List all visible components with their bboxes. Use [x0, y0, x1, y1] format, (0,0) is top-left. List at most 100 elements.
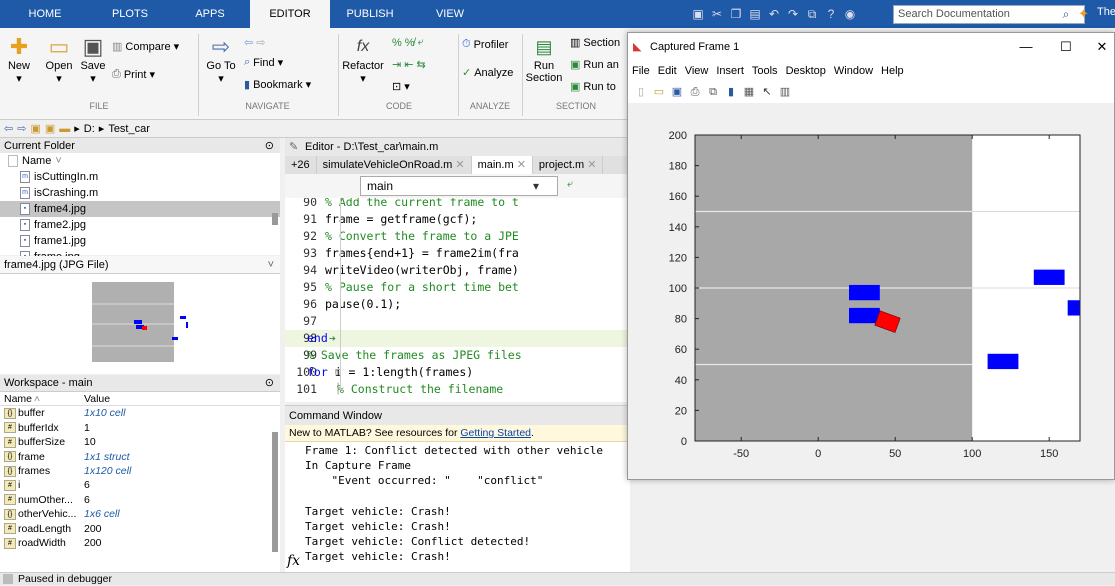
code-line[interactable]: 90 % Add the current frame to t	[285, 198, 630, 211]
code-line[interactable]: 101% Construct the filename │	[285, 381, 630, 398]
comment-icon[interactable]: %	[392, 37, 402, 49]
code-line[interactable]: 98 end ➔	[285, 330, 630, 347]
back-icon[interactable]: ⇦	[4, 122, 13, 135]
line-number[interactable]: 90	[285, 198, 317, 211]
legend-icon[interactable]: ▦	[742, 85, 756, 99]
file-list-item[interactable]: m isCuttingIn.m	[0, 169, 280, 185]
code-editor[interactable]: 90 % Add the current frame to t 91 frame = …	[285, 198, 630, 402]
figure-menu-help[interactable]: Help	[881, 61, 904, 81]
code-line[interactable]: 95 % Pause for a short time bet	[285, 279, 630, 296]
save-icon[interactable]: ▣	[690, 6, 706, 22]
function-selector[interactable]: main ▾	[360, 176, 558, 196]
line-number[interactable]: 94	[285, 262, 317, 279]
outdent-icon[interactable]: ⇆	[416, 58, 425, 71]
workspace-variable-row[interactable]: # i 6	[0, 478, 280, 492]
run-and-advance-button[interactable]: ▣ Run an	[570, 58, 619, 72]
tab-editor[interactable]: EDITOR	[250, 0, 330, 28]
indent-icon[interactable]: ⇤	[404, 58, 413, 71]
minimize-button[interactable]: —	[1008, 33, 1044, 61]
figure-menu-view[interactable]: View	[685, 61, 709, 81]
navigate-icon[interactable]: ⤶	[567, 178, 573, 191]
workspace-variable-row[interactable]: # roadLength 200	[0, 522, 280, 536]
workspace-variable-row[interactable]: {} buffer 1x10 cell	[0, 406, 280, 420]
search-input[interactable]: Search Documentation	[893, 5, 1085, 24]
workspace-column-header[interactable]: Name ˄ Value	[0, 392, 280, 407]
command-prompt-fx-icon[interactable]: fx	[287, 553, 300, 569]
link-plot-icon[interactable]: ⧉	[706, 85, 720, 99]
run-section-button[interactable]: ▤ Run Section	[524, 34, 564, 84]
path-drive[interactable]: D:	[84, 123, 95, 135]
fx-insert-button[interactable]: ⊡ ▾	[392, 80, 410, 93]
code-line[interactable]: 100 for i = 1:length(frames) ⊟	[285, 364, 630, 381]
figure-menu-tools[interactable]: Tools	[752, 61, 778, 81]
workspace-variable-row[interactable]: {} frames 1x120 cell	[0, 464, 280, 478]
tab-home[interactable]: HOME	[0, 0, 90, 28]
print-icon[interactable]: ⎙	[688, 85, 702, 99]
paste-icon[interactable]: ▤	[747, 6, 763, 22]
tab-publish[interactable]: PUBLISH	[330, 0, 410, 28]
workspace-variable-row[interactable]: # bufferSize 10	[0, 435, 280, 449]
save-button[interactable]: ▣ Save ▾	[78, 34, 108, 85]
file-list-item[interactable]: ▪ frame1.jpg	[0, 233, 280, 249]
close-tab-icon[interactable]: ✕	[452, 159, 464, 171]
close-tab-icon[interactable]: ✕	[514, 159, 526, 171]
print-button[interactable]: ⎙ Print ▾	[112, 68, 155, 81]
run-to-end-button[interactable]: ▣ Run to	[570, 80, 616, 94]
tab-apps[interactable]: APPS	[170, 0, 250, 28]
copy-icon[interactable]: ❐	[728, 6, 744, 22]
figure-menu-insert[interactable]: Insert	[716, 61, 744, 81]
tab-view[interactable]: VIEW	[410, 0, 490, 28]
new-figure-icon[interactable]: ▯	[634, 85, 648, 99]
code-line[interactable]: 91 frame = getframe(gcf);	[285, 211, 630, 228]
scrollbar-thumb[interactable]	[272, 213, 278, 225]
line-number[interactable]: 91	[285, 211, 317, 228]
chevron-down-icon[interactable]: ˅	[268, 256, 274, 274]
find-button[interactable]: ⌕ Find ▾	[244, 56, 283, 69]
workspace-variable-row[interactable]: # bufferIdx 1	[0, 421, 280, 435]
code-line[interactable]: 94 writeVideo(writerObj, frame)	[285, 262, 630, 279]
smart-indent-icon[interactable]: ⇥	[392, 58, 401, 71]
road-plot[interactable]: 0 20 40 60 80 100 120 140 160 180 200 -50 0 50 100 150	[628, 103, 1114, 479]
section-button[interactable]: ▥ Section	[570, 36, 620, 50]
file-list-item[interactable]: m isCrashing.m	[0, 185, 280, 201]
new-button[interactable]: ✚ New ▾	[4, 34, 34, 85]
editor-tab[interactable]: main.m ✕	[471, 156, 533, 174]
workspace-variable-row[interactable]: # roadWidth 200	[0, 536, 280, 550]
line-number[interactable]: 95	[285, 279, 317, 296]
code-line[interactable]: 93 frames{end+1} = frame2im(fra	[285, 245, 630, 262]
back-icon[interactable]: ⇦	[244, 36, 253, 49]
figure-menu-window[interactable]: Window	[834, 61, 873, 81]
code-line[interactable]: 97	[285, 313, 630, 330]
workspace-variable-row[interactable]: {} frame 1x1 struct	[0, 450, 280, 464]
property-editor-icon[interactable]: ▥	[778, 85, 792, 99]
refactor-button[interactable]: fx Refactor ▾	[340, 34, 386, 85]
notification-icon[interactable]: ✦	[1078, 6, 1092, 22]
figure-menu-file[interactable]: File	[632, 61, 650, 81]
workspace-variable-row[interactable]: # numOther... 6	[0, 493, 280, 507]
code-line[interactable]: 99% Save the frames as JPEG files	[285, 347, 630, 364]
browse-folder-icon[interactable]: ▣	[45, 122, 55, 135]
file-list-item[interactable]: ▪ frame2.jpg	[0, 217, 280, 233]
bookmark-button[interactable]: ▮ Bookmark ▾	[244, 78, 311, 92]
open-button[interactable]: ▭ Open ▾	[42, 34, 76, 85]
line-number[interactable]: 96	[285, 296, 317, 313]
maximize-button[interactable]: ☐	[1048, 33, 1084, 61]
figure-menu-edit[interactable]: Edit	[658, 61, 677, 81]
column-header[interactable]: Name ˅	[0, 153, 280, 169]
open-icon[interactable]: ▭	[652, 85, 666, 99]
scrollbar-thumb[interactable]	[272, 432, 278, 552]
workspace-variable-row[interactable]: {} otherVehic... 1x6 cell	[0, 507, 280, 521]
uncomment-icon[interactable]: %̸	[405, 37, 415, 49]
forward-icon[interactable]: ⇨	[256, 36, 265, 49]
wrap-icon[interactable]: ⤶	[418, 36, 424, 49]
analyze-button[interactable]: ✓ Analyze	[462, 66, 513, 80]
panel-menu-icon[interactable]: ⊙	[265, 375, 274, 392]
comment-buttons[interactable]: % %̸ ⤶	[392, 36, 424, 49]
cut-icon[interactable]: ✂	[709, 6, 725, 22]
undo-icon[interactable]: ↶	[766, 6, 782, 22]
code-line[interactable]: 96 pause(0.1);	[285, 296, 630, 313]
code-line[interactable]: 92 % Convert the frame to a JPE	[285, 228, 630, 245]
line-number[interactable]: 97	[285, 313, 317, 330]
tab-overflow-button[interactable]: +26	[285, 156, 317, 174]
redo-icon[interactable]: ↷	[785, 6, 801, 22]
